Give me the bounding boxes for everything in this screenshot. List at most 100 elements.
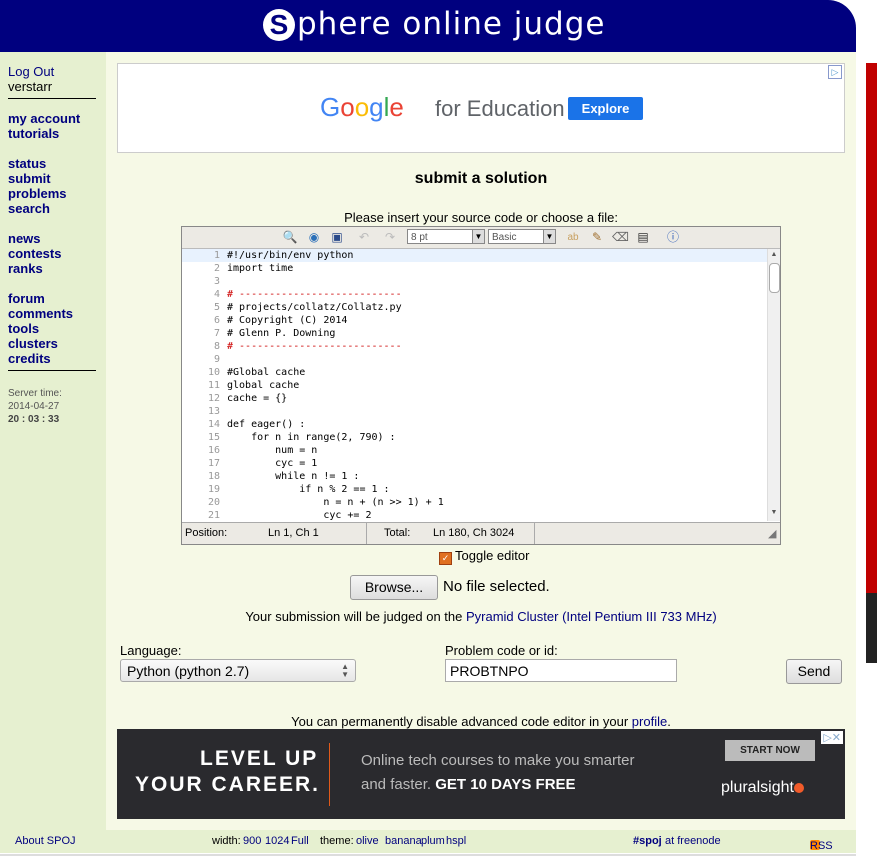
problem-code-label: Problem code or id:	[445, 643, 558, 658]
undo-icon[interactable]: ↶	[356, 230, 372, 245]
line-number: 9	[213, 354, 220, 365]
code-line[interactable]: 4 # ---------------------------	[182, 288, 767, 301]
highlight-icon[interactable]: ✎	[589, 230, 605, 245]
send-button[interactable]: Send	[786, 659, 842, 684]
spoj-logo-icon[interactable]: S	[263, 9, 295, 41]
nav-status[interactable]: status	[8, 156, 96, 171]
theme-hspl-link[interactable]: hspl	[446, 835, 466, 847]
nav-my-account[interactable]: my account	[8, 111, 96, 126]
code-line[interactable]: 21 cyc += 2	[182, 509, 767, 521]
theme-banana-link[interactable]: banana	[385, 835, 422, 847]
line-number: 2	[213, 263, 220, 274]
spellcheck-icon[interactable]: ab	[565, 230, 581, 245]
ad-banner-top[interactable]: Google for Education Explore ▷	[117, 63, 845, 153]
code-line[interactable]: 2 import time	[182, 262, 767, 275]
nav-news[interactable]: news	[8, 231, 96, 246]
code-area[interactable]: 1 #!/usr/bin/env python 2 import time 3 4 # --…	[182, 249, 767, 521]
code-line[interactable]: 20 n = n + (n >> 1) + 1	[182, 496, 767, 509]
nav-comments[interactable]: comments	[8, 306, 96, 321]
server-time: Server time: 2014-04-27 20 : 03 : 33	[8, 387, 62, 426]
code-line[interactable]: 10 #Global cache	[182, 366, 767, 379]
nav-ranks[interactable]: ranks	[8, 261, 96, 276]
goto-line-icon[interactable]: ◉	[306, 230, 322, 245]
nav-contests[interactable]: contests	[8, 246, 96, 261]
sidebar: Log Out verstarr my account tutorials st…	[0, 52, 106, 830]
language-label: Language:	[120, 643, 182, 658]
editor-status-bar: Position: Ln 1, Ch 1 Total: Ln 180, Ch 3…	[182, 522, 780, 544]
line-number: 8	[213, 341, 220, 352]
profile-link[interactable]: profile	[632, 714, 667, 729]
syntax-select[interactable]: Basic ▼	[488, 229, 556, 244]
page-title: submit a solution	[414, 170, 548, 187]
code-text: while n != 1 :	[227, 471, 360, 482]
code-line[interactable]: 17 cyc = 1	[182, 457, 767, 470]
irc-channel-link[interactable]: #spoj	[633, 835, 662, 847]
nav-submit[interactable]: submit	[8, 171, 96, 186]
width-1024-link[interactable]: 1024	[265, 835, 289, 847]
editor-scrollbar[interactable]: ▲ ▼	[767, 249, 780, 521]
explore-button[interactable]: Explore	[568, 97, 643, 120]
adchoices-icon[interactable]: ▷	[828, 65, 842, 79]
code-line[interactable]: 8 # ---------------------------	[182, 340, 767, 353]
code-line[interactable]: 1 #!/usr/bin/env python	[182, 249, 767, 262]
code-line[interactable]: 13	[182, 405, 767, 418]
code-editor[interactable]: 🔍 ◉ ▣ ↶ ↷ 8 pt ▼ Basic ▼ ab ✎ ⌫ ▤ ⓘ 1 #!/us…	[181, 226, 781, 545]
nav-forum[interactable]: forum	[8, 291, 96, 306]
about-link[interactable]: About SPOJ	[15, 835, 76, 847]
search-icon[interactable]: 🔍	[282, 230, 298, 245]
adchoices-close-icon[interactable]: ▷✕	[821, 731, 843, 744]
nav-tutorials[interactable]: tutorials	[8, 126, 96, 141]
rss-label: RSS	[810, 840, 833, 852]
code-line[interactable]: 12 cache = {}	[182, 392, 767, 405]
logout-link[interactable]: Log Out	[8, 64, 96, 79]
code-line[interactable]: 15 for n in range(2, 790) :	[182, 431, 767, 444]
language-select[interactable]: Python (python 2.7) ▲ ▼	[120, 659, 356, 682]
line-number: 16	[207, 445, 220, 456]
code-line[interactable]: 7 # Glenn P. Downing	[182, 327, 767, 340]
toggle-view-icon[interactable]: ▤	[635, 230, 651, 245]
font-size-select[interactable]: 8 pt ▼	[407, 229, 485, 244]
code-line[interactable]: 9	[182, 353, 767, 366]
line-number: 6	[213, 315, 220, 326]
nav-problems[interactable]: problems	[8, 186, 96, 201]
width-900-link[interactable]: 900	[243, 835, 261, 847]
fullscreen-icon[interactable]: ▣	[329, 230, 345, 245]
redo-icon[interactable]: ↷	[382, 230, 398, 245]
theme-olive-link[interactable]: olive	[356, 835, 379, 847]
ad-banner-bottom[interactable]: LEVEL UP YOUR CAREER. Online tech course…	[117, 729, 845, 819]
nav-tools[interactable]: tools	[8, 321, 96, 336]
help-icon[interactable]: ⓘ	[665, 230, 681, 245]
code-text: #!/usr/bin/env python	[227, 250, 354, 261]
position-label: Position:	[185, 527, 228, 539]
code-line[interactable]: 18 while n != 1 :	[182, 470, 767, 483]
code-line[interactable]: 11 global cache	[182, 379, 767, 392]
resize-grip-icon[interactable]: ◢	[768, 527, 776, 540]
start-now-button[interactable]: START NOW	[725, 740, 815, 761]
browse-button[interactable]: Browse...	[350, 575, 438, 600]
code-line[interactable]: 6 # Copyright (C) 2014	[182, 314, 767, 327]
eraser-icon[interactable]: ⌫	[612, 230, 629, 245]
code-line[interactable]: 14 def eager() :	[182, 418, 767, 431]
nav-clusters[interactable]: clusters	[8, 336, 96, 351]
theme-plum-link[interactable]: plum	[421, 835, 445, 847]
site-banner: S phere online judge	[0, 0, 856, 52]
scroll-thumb[interactable]	[769, 263, 780, 293]
scroll-up-icon[interactable]: ▲	[769, 251, 779, 261]
ad-top-text: for Education	[435, 96, 565, 121]
code-line[interactable]: 16 num = n	[182, 444, 767, 457]
insert-prompt: Please insert your source code or choose…	[344, 210, 618, 225]
checkbox-checked-icon[interactable]: ✓	[439, 552, 452, 565]
code-line[interactable]: 19 if n % 2 == 1 :	[182, 483, 767, 496]
problem-code-input[interactable]: PROBTNPO	[445, 659, 677, 682]
scroll-down-icon[interactable]: ▼	[769, 509, 779, 519]
code-line[interactable]: 5 # projects/collatz/Collatz.py	[182, 301, 767, 314]
code-line[interactable]: 3	[182, 275, 767, 288]
nav-search[interactable]: search	[8, 201, 96, 216]
toggle-editor-checkbox[interactable]: ✓ Toggle editor	[439, 548, 529, 565]
cluster-link[interactable]: Pyramid Cluster (Intel Pentium III 733 M…	[466, 609, 717, 624]
nav-credits[interactable]: credits	[8, 351, 96, 366]
site-title[interactable]: phere online judge	[297, 6, 606, 42]
disable-note-end: .	[667, 714, 671, 729]
irc-network-link[interactable]: at freenode	[665, 835, 721, 847]
width-full-link[interactable]: Full	[291, 835, 309, 847]
